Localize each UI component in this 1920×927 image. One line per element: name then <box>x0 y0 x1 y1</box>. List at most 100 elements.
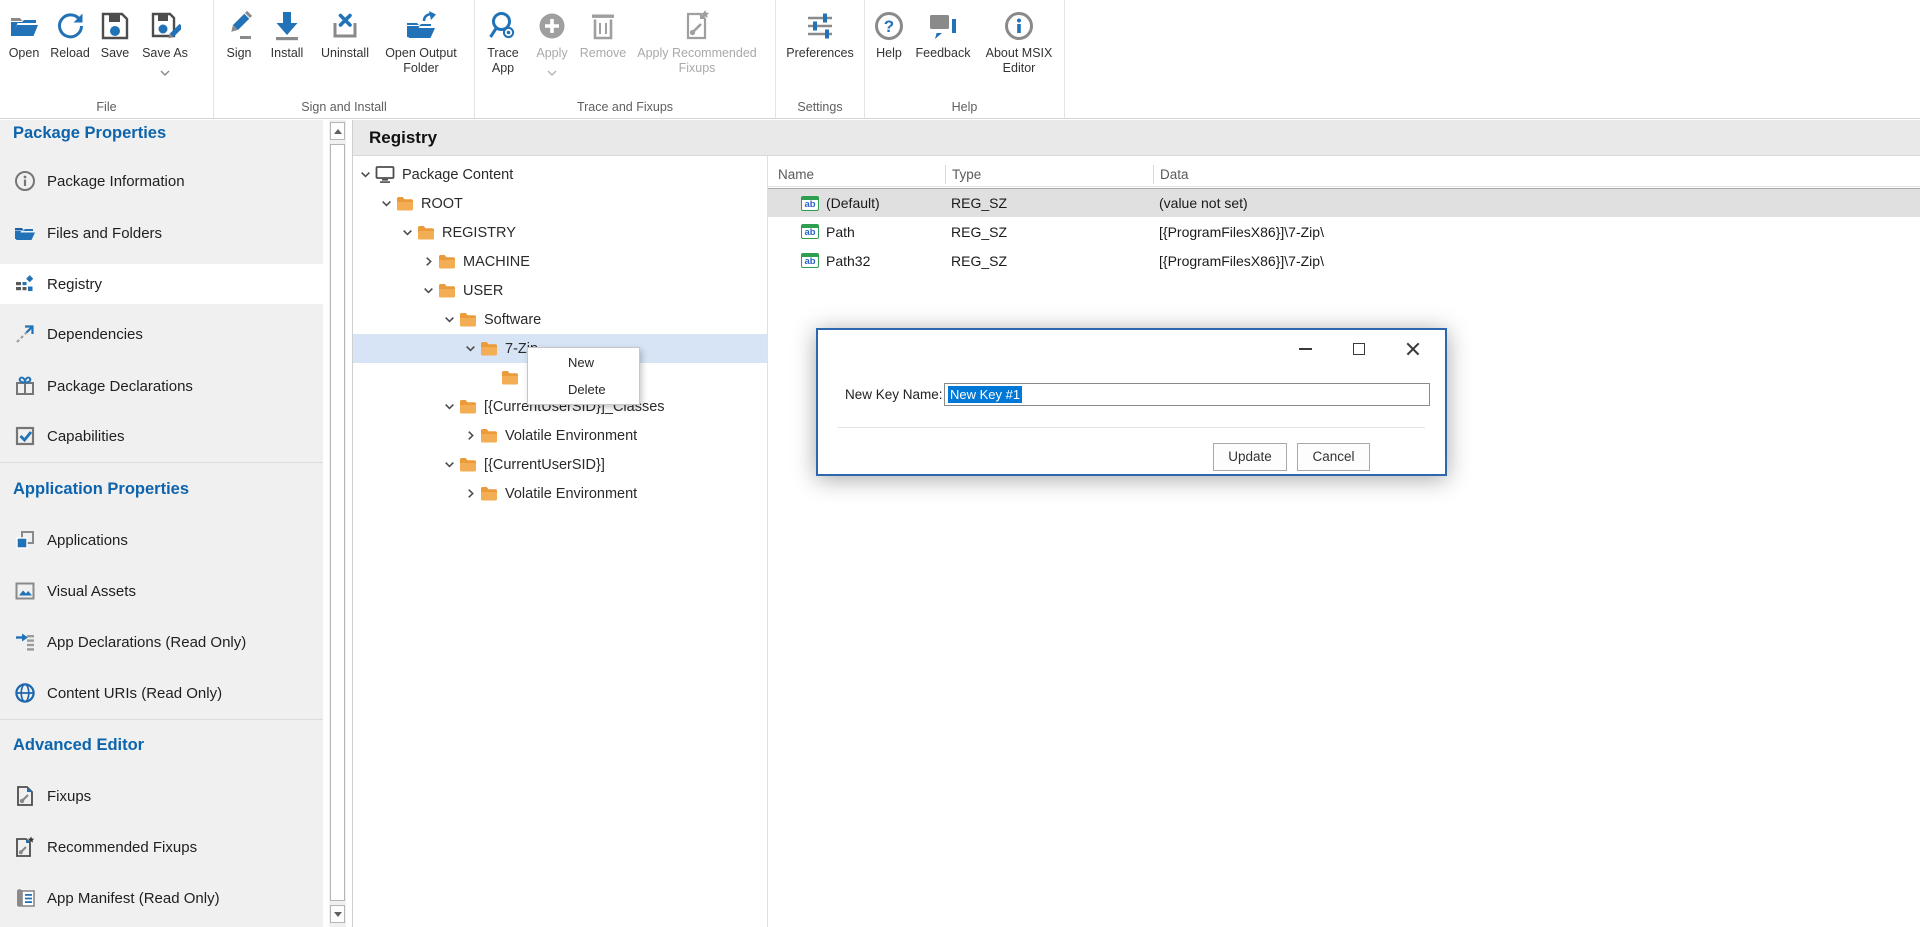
tree-item-machine[interactable]: MACHINE <box>353 247 767 276</box>
save-as-dropdown-chevron-icon[interactable] <box>160 63 170 81</box>
save-label: Save <box>101 46 130 61</box>
preferences-label: Preferences <box>786 46 853 61</box>
scroll-down-button[interactable] <box>330 905 345 923</box>
close-icon <box>1406 342 1420 356</box>
tree-item-package-content[interactable]: Package Content <box>353 160 767 189</box>
dependencies-icon <box>14 323 36 345</box>
chevron-right-icon[interactable] <box>463 488 477 499</box>
install-button[interactable]: Install <box>262 0 312 96</box>
context-menu-item-new[interactable]: New <box>528 349 639 376</box>
open-button[interactable]: Open <box>2 0 46 96</box>
scroll-up-button[interactable] <box>330 122 345 140</box>
value-data: [{ProgramFilesX86}]\7-Zip\ <box>1153 224 1920 240</box>
new-key-name-input[interactable]: New Key #1 <box>944 383 1430 406</box>
chevron-down-icon[interactable] <box>421 285 435 296</box>
cancel-button[interactable]: Cancel <box>1297 443 1370 471</box>
tree-item-user[interactable]: USER <box>353 276 767 305</box>
tree-item-volatile-environment-1[interactable]: Volatile Environment <box>353 421 767 450</box>
value-name: Path32 <box>826 253 870 269</box>
sidebar-item-files-and-folders[interactable]: Files and Folders <box>0 213 329 253</box>
column-header-data[interactable]: Data <box>1153 165 1920 184</box>
chevron-down-icon[interactable] <box>442 314 456 325</box>
tree-item-volatile-environment-2[interactable]: Volatile Environment <box>353 479 767 508</box>
about-msix-editor-button[interactable]: About MSIX Editor <box>975 0 1063 96</box>
feedback-bubble-icon <box>926 9 960 43</box>
ribbon-group-help: ? Help Feedback About MSIX Editor Help <box>865 0 1065 118</box>
update-button[interactable]: Update <box>1213 443 1287 471</box>
uninstall-button[interactable]: Uninstall <box>312 0 378 96</box>
ribbon-group-trace-fixups: Trace App Apply Remove <box>475 0 776 118</box>
chevron-down-icon[interactable] <box>358 169 372 180</box>
sidebar-item-app-manifest[interactable]: App Manifest (Read Only) <box>0 878 329 918</box>
sidebar-heading-application-properties: Application Properties <box>13 480 189 499</box>
list-row-path32[interactable]: abPath32 REG_SZ [{ProgramFilesX86}]\7-Zi… <box>768 246 1920 275</box>
trace-app-button[interactable]: Trace App <box>477 0 529 96</box>
column-header-name[interactable]: Name <box>768 165 945 184</box>
list-arrow-icon <box>14 631 36 653</box>
remove-label: Remove <box>580 46 627 61</box>
save-button[interactable]: Save <box>94 0 136 96</box>
apply-dropdown-chevron-icon <box>547 63 557 81</box>
svg-text:?: ? <box>884 17 894 36</box>
chevron-down-icon[interactable] <box>463 343 477 354</box>
tree-item-root[interactable]: ROOT <box>353 189 767 218</box>
list-row-path[interactable]: abPath REG_SZ [{ProgramFilesX86}]\7-Zip\ <box>768 217 1920 246</box>
dialog-separator <box>838 427 1425 428</box>
chevron-right-icon[interactable] <box>463 430 477 441</box>
new-key-name-label: New Key Name: <box>845 387 943 402</box>
about-info-icon <box>1002 9 1036 43</box>
chevron-down-icon[interactable] <box>400 227 414 238</box>
sidebar-item-package-information[interactable]: Package Information <box>0 161 329 201</box>
preferences-sliders-icon <box>803 9 837 43</box>
feedback-button[interactable]: Feedback <box>911 0 975 96</box>
scrollbar-thumb[interactable] <box>330 144 345 901</box>
input-selected-text: New Key #1 <box>948 386 1022 403</box>
about-msix-editor-label: About MSIX Editor <box>975 46 1063 76</box>
chevron-right-icon[interactable] <box>421 256 435 267</box>
save-as-button[interactable]: Save As <box>136 0 194 96</box>
preferences-button[interactable]: Preferences <box>778 0 862 96</box>
sidebar-item-app-declarations[interactable]: App Declarations (Read Only) <box>0 622 329 662</box>
dialog-minimize-button[interactable] <box>1289 338 1321 360</box>
tree-item-software[interactable]: Software <box>353 305 767 334</box>
sidebar: Package Properties Package Information F… <box>0 120 323 927</box>
dialog-close-button[interactable] <box>1397 338 1429 360</box>
sidebar-item-registry[interactable]: Registry <box>0 264 329 304</box>
ribbon-group-help-label: Help <box>865 100 1064 114</box>
sidebar-item-recommended-fixups[interactable]: Recommended Fixups <box>0 827 329 867</box>
chevron-down-icon[interactable] <box>442 459 456 470</box>
chevron-down-icon[interactable] <box>379 198 393 209</box>
sidebar-item-applications[interactable]: Applications <box>0 520 329 560</box>
value-type: REG_SZ <box>945 195 1153 211</box>
open-output-folder-icon <box>404 9 438 43</box>
chevron-down-icon[interactable] <box>442 401 456 412</box>
dialog-maximize-button[interactable] <box>1343 338 1375 360</box>
save-as-icon <box>148 9 182 43</box>
folder-icon <box>459 399 477 414</box>
sidebar-separator <box>0 719 323 720</box>
help-button[interactable]: ? Help <box>867 0 911 96</box>
maximize-icon <box>1353 343 1365 355</box>
sidebar-scrollbar[interactable] <box>329 120 346 927</box>
apply-button: Apply <box>529 0 575 96</box>
sign-button[interactable]: Sign <box>216 0 262 96</box>
list-row-default[interactable]: ab(Default) REG_SZ (value not set) <box>768 188 1920 217</box>
folder-icon <box>438 254 456 269</box>
sidebar-item-fixups[interactable]: Fixups <box>0 776 329 816</box>
open-output-folder-button[interactable]: Open Output Folder <box>378 0 464 96</box>
registry-icon <box>14 273 36 295</box>
sidebar-item-package-declarations[interactable]: Package Declarations <box>0 366 329 406</box>
sidebar-item-capabilities[interactable]: Capabilities <box>0 416 329 456</box>
column-header-type[interactable]: Type <box>945 165 1153 184</box>
reload-button[interactable]: Reload <box>46 0 94 96</box>
tree-item-label: [{CurrentUserSID}] <box>484 457 605 473</box>
sidebar-item-dependencies[interactable]: Dependencies <box>0 314 329 354</box>
context-menu-item-delete[interactable]: Delete <box>528 376 639 403</box>
sidebar-item-visual-assets[interactable]: Visual Assets <box>0 571 329 611</box>
folder-icon <box>459 312 477 327</box>
tree-item-registry[interactable]: REGISTRY <box>353 218 767 247</box>
ribbon-group-sign-install: Sign Install Uninstall Open Output Folde… <box>214 0 475 118</box>
reload-label: Reload <box>50 46 90 61</box>
sidebar-item-content-uris[interactable]: Content URIs (Read Only) <box>0 673 329 713</box>
tree-item-currentusersid[interactable]: [{CurrentUserSID}] <box>353 450 767 479</box>
